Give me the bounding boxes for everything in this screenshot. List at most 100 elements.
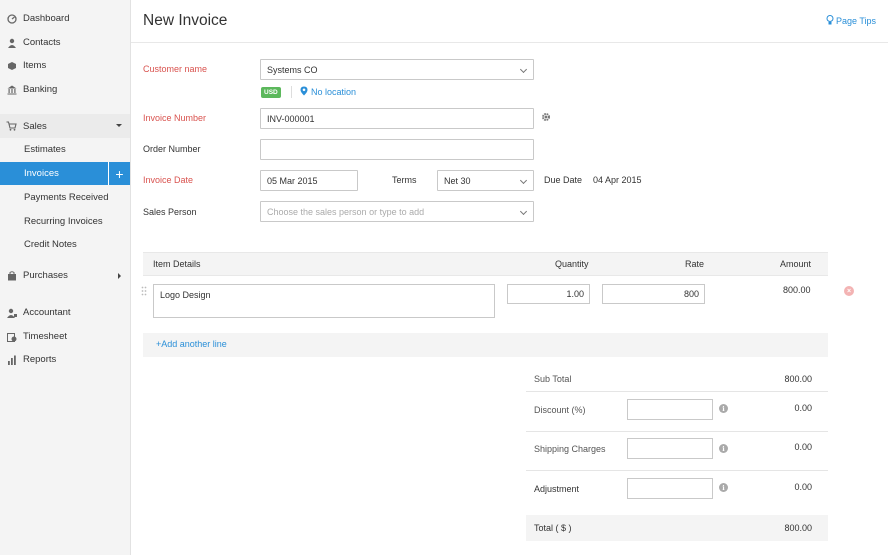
sidebar-item-reports[interactable]: Reports <box>0 348 130 371</box>
column-header-quantity: Quantity <box>555 259 589 269</box>
invoice-date-input[interactable]: 05 Mar 2015 <box>260 170 358 191</box>
sidebar-item-label: Invoices <box>24 168 59 179</box>
sidebar-item-label: Accountant <box>23 307 71 318</box>
drag-handle-icon[interactable] <box>141 286 147 296</box>
sidebar-subitem-invoices[interactable]: Invoices + <box>0 162 130 185</box>
total-bar: Total ( $ ) 800.00 <box>526 515 828 541</box>
invoice-number-input[interactable]: INV-000001 <box>260 108 534 129</box>
sidebar: Dashboard Contacts Items Banking Sales E… <box>0 0 131 555</box>
total-value: 800.00 <box>784 523 812 533</box>
add-another-line-link[interactable]: +Add another line <box>156 339 227 349</box>
discount-value: 0.00 <box>794 403 812 413</box>
sidebar-item-label: Dashboard <box>23 13 70 24</box>
sidebar-item-label: Items <box>23 60 47 71</box>
sidebar-item-label: Banking <box>23 84 58 95</box>
sidebar-subitem-estimates[interactable]: Estimates <box>0 138 130 161</box>
add-line-label: Add another line <box>161 339 227 349</box>
sidebar-subitem-payments-received[interactable]: Payments Received <box>0 186 130 209</box>
invoice-number-value: INV-000001 <box>267 113 315 124</box>
totals-panel: Sub Total 800.00 Discount (%) i 0.00 Shi… <box>526 365 828 543</box>
item-details-value: Logo Design <box>160 290 211 300</box>
discount-input[interactable] <box>627 399 713 420</box>
shipping-charges-value: 0.00 <box>794 442 812 452</box>
chevron-down-icon <box>116 124 122 127</box>
sidebar-item-label: Estimates <box>24 144 66 155</box>
order-number-input[interactable] <box>260 139 534 160</box>
reports-icon <box>6 354 17 365</box>
sidebar-item-label: Credit Notes <box>24 239 77 250</box>
terms-select[interactable]: Net 30 <box>437 170 534 191</box>
sidebar-item-label: Sales <box>23 120 47 132</box>
sidebar-item-label: Purchases <box>23 270 68 281</box>
sidebar-item-dashboard[interactable]: Dashboard <box>0 7 130 30</box>
invoice-number-label: Invoice Number <box>143 113 207 123</box>
no-location-label: No location <box>311 87 357 97</box>
sidebar-item-items[interactable]: Items <box>0 54 130 77</box>
page-tips-label: Page Tips <box>836 16 877 26</box>
add-invoice-button[interactable]: + <box>108 162 130 185</box>
column-header-amount: Amount <box>780 259 812 269</box>
shipping-charges-label: Shipping Charges <box>534 444 606 454</box>
add-line-bar: +Add another line <box>143 333 828 357</box>
sidebar-item-label: Recurring Invoices <box>24 216 103 227</box>
chevron-down-icon <box>519 65 528 74</box>
header-divider <box>131 42 888 43</box>
sidebar-item-accountant[interactable]: Accountant <box>0 301 130 324</box>
page-title: New Invoice <box>143 12 228 29</box>
timesheet-icon <box>6 331 17 342</box>
sidebar-item-contacts[interactable]: Contacts <box>0 31 130 54</box>
divider <box>526 391 828 392</box>
divider <box>291 86 292 98</box>
adjustment-input[interactable] <box>627 478 713 499</box>
info-icon[interactable]: i <box>719 404 728 413</box>
discount-label: Discount (%) <box>534 405 586 415</box>
invoice-date-value: 05 Mar 2015 <box>267 175 318 186</box>
sidebar-item-label: Reports <box>23 354 57 365</box>
rate-input[interactable]: 800 <box>602 284 705 304</box>
bank-icon <box>6 84 17 95</box>
item-details-input[interactable]: Logo Design <box>153 284 495 318</box>
no-location-link[interactable]: No location <box>300 86 356 98</box>
sidebar-item-timesheet[interactable]: Timesheet <box>0 325 130 348</box>
divider <box>526 470 828 471</box>
due-date-value: 04 Apr 2015 <box>593 175 642 185</box>
dashboard-icon <box>6 13 17 24</box>
sales-person-label: Sales Person <box>143 207 197 217</box>
sidebar-item-label: Payments Received <box>24 192 109 203</box>
adjustment-value: 0.00 <box>794 482 812 492</box>
sub-total-value: 800.00 <box>784 374 812 384</box>
sidebar-item-sales[interactable]: Sales <box>0 114 130 138</box>
sidebar-item-purchases[interactable]: Purchases <box>0 264 130 287</box>
customer-name-select[interactable]: Systems CO <box>260 59 534 80</box>
items-table-header: Item Details Quantity Rate Amount <box>143 252 828 276</box>
chevron-right-icon <box>118 273 121 279</box>
accountant-icon <box>6 307 17 318</box>
info-icon[interactable]: i <box>719 444 728 453</box>
sidebar-item-label: Timesheet <box>23 331 67 342</box>
items-icon <box>6 60 17 71</box>
sidebar-subitem-recurring-invoices[interactable]: Recurring Invoices <box>0 210 130 233</box>
info-icon[interactable]: i <box>719 483 728 492</box>
line-amount: 800.00 <box>783 285 811 295</box>
shipping-charges-input[interactable] <box>627 438 713 459</box>
sub-total-label: Sub Total <box>534 374 572 384</box>
sidebar-item-label: Contacts <box>23 37 61 48</box>
currency-badge: USD <box>261 87 281 98</box>
customer-name-value: Systems CO <box>267 64 318 75</box>
divider <box>526 431 828 432</box>
total-label: Total ( $ ) <box>534 523 572 533</box>
invoice-date-label: Invoice Date <box>143 175 194 185</box>
sidebar-item-banking[interactable]: Banking <box>0 78 130 101</box>
quantity-input[interactable]: 1.00 <box>507 284 590 304</box>
sidebar-subitem-credit-notes[interactable]: Credit Notes <box>0 233 130 256</box>
customer-name-label: Customer name <box>143 64 208 74</box>
quantity-value: 1.00 <box>566 289 584 299</box>
due-date-label: Due Date <box>544 175 583 185</box>
terms-label: Terms <box>392 175 417 185</box>
gear-icon[interactable] <box>541 112 551 125</box>
lightbulb-icon <box>826 15 834 27</box>
remove-line-icon[interactable]: × <box>844 286 854 296</box>
page-tips-link[interactable]: Page Tips <box>826 15 876 27</box>
rate-value: 800 <box>683 289 699 299</box>
sales-person-select[interactable]: Choose the sales person or type to add <box>260 201 534 222</box>
